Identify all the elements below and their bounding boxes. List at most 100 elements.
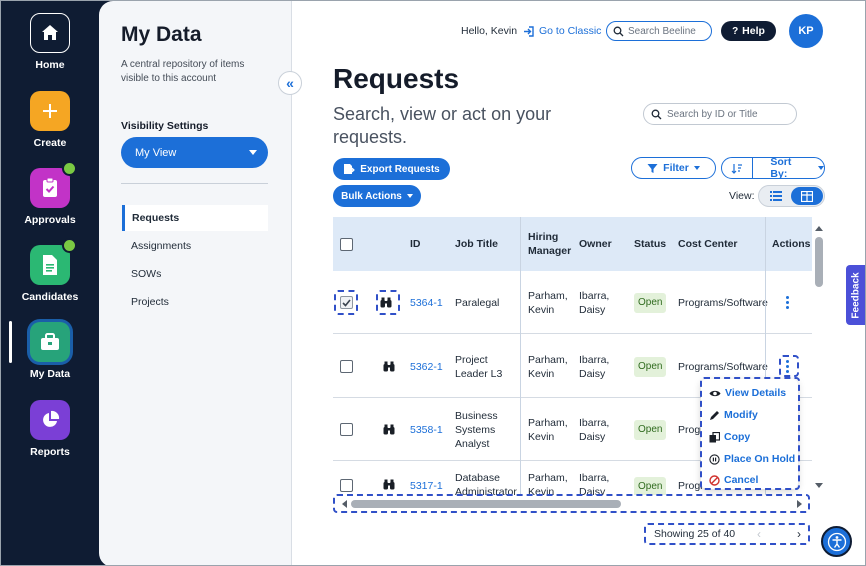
- row-actions-kebab-icon[interactable]: [786, 271, 789, 334]
- hiring-manager-cell: Parham, Kevin: [528, 289, 568, 316]
- vertical-scroll-thumb[interactable]: [815, 237, 823, 287]
- nav-item-sows[interactable]: SOWs: [122, 261, 268, 287]
- view-select[interactable]: My View: [121, 137, 268, 168]
- global-search-input[interactable]: Search Beeline: [606, 21, 712, 41]
- rail-create[interactable]: Create: [1, 91, 99, 149]
- page-title: Requests: [333, 63, 460, 94]
- header-id[interactable]: ID: [410, 217, 421, 271]
- request-id-link[interactable]: 5362-1: [410, 335, 443, 398]
- owner-cell: Ibarra, Daisy: [579, 353, 610, 380]
- job-title-cell: Paralegal: [455, 296, 500, 309]
- global-search-placeholder: Search Beeline: [628, 25, 696, 37]
- header-status[interactable]: Status: [634, 217, 666, 271]
- nav-item-label: Assignments: [131, 240, 192, 252]
- list-view-button[interactable]: [760, 187, 791, 205]
- filter-button[interactable]: Filter: [631, 157, 716, 179]
- accessibility-icon: [827, 532, 846, 551]
- hiring-manager-cell: Parham, Kevin: [528, 353, 568, 380]
- notification-dot-icon: [62, 238, 77, 253]
- request-search-input[interactable]: Search by ID or Title: [643, 103, 797, 125]
- request-search-placeholder: Search by ID or Title: [667, 108, 758, 120]
- app-frame: Home Create Approvals Candidates My Data…: [0, 0, 866, 566]
- avatar[interactable]: KP: [789, 14, 823, 48]
- export-requests-button[interactable]: Export Requests: [333, 158, 450, 180]
- column-divider: [520, 217, 521, 495]
- rail-mydata-label: My Data: [29, 368, 71, 380]
- table-header-row: ID Job Title Hiring Manager Owner Status…: [333, 217, 812, 271]
- header-owner[interactable]: Owner: [579, 217, 612, 271]
- select-all-checkbox[interactable]: [340, 217, 353, 271]
- sort-direction-icon[interactable]: [722, 158, 754, 178]
- top-header: Hello, Kevin Go to Classic Search Beelin…: [301, 1, 865, 61]
- rail-home-label: Home: [35, 59, 65, 71]
- row-checkbox[interactable]: [340, 398, 353, 461]
- panel-description: A central repository of items visible to…: [121, 59, 245, 84]
- request-id-link[interactable]: 5358-1: [410, 398, 443, 461]
- visibility-settings-label: Visibility Settings: [121, 120, 209, 132]
- feedback-label: Feedback: [851, 271, 863, 319]
- go-to-classic-link[interactable]: Go to Classic: [523, 25, 601, 37]
- chevron-down-icon: [406, 194, 413, 198]
- double-chevron-left-icon: «: [286, 75, 294, 91]
- row-checkbox[interactable]: [340, 462, 353, 495]
- list-icon: [769, 191, 782, 201]
- request-id-link[interactable]: 5317-1: [410, 462, 443, 495]
- help-label: Help: [742, 25, 765, 37]
- scroll-down-arrow-icon[interactable]: [815, 483, 823, 489]
- binoculars-icon[interactable]: [383, 335, 395, 398]
- main-nav-rail: Home Create Approvals Candidates My Data…: [1, 1, 113, 565]
- status-badge: Open: [634, 419, 667, 440]
- binoculars-icon[interactable]: [383, 462, 395, 495]
- job-title-cell: Database Administrator: [455, 472, 517, 495]
- highlight-row-checkbox: [334, 290, 358, 315]
- rail-approvals[interactable]: Approvals: [1, 161, 99, 226]
- nav-item-projects[interactable]: Projects: [122, 289, 268, 315]
- header-job-title[interactable]: Job Title: [455, 217, 498, 271]
- rail-reports[interactable]: Reports: [1, 400, 99, 458]
- status-cell: Open: [634, 271, 667, 334]
- document-icon: [30, 238, 77, 285]
- bulk-actions-label: Bulk Actions: [341, 190, 402, 202]
- plus-icon: [30, 91, 70, 131]
- header-hiring-manager[interactable]: Hiring Manager: [528, 217, 572, 271]
- hiring-manager-cell: Parham, Kevin: [528, 416, 568, 443]
- sort-by-label: Sort By:: [770, 156, 792, 180]
- header-cost-center[interactable]: Cost Center: [678, 217, 738, 271]
- collapse-panel-button[interactable]: «: [278, 71, 302, 95]
- rail-reports-label: Reports: [30, 446, 70, 458]
- view-label: View:: [729, 190, 755, 202]
- table-view-button[interactable]: [791, 187, 823, 205]
- table-row[interactable]: 5364-1 Paralegal Parham, Kevin Ibarra, D…: [333, 271, 812, 334]
- nav-item-assignments[interactable]: Assignments: [122, 233, 268, 259]
- nav-item-requests[interactable]: Requests: [122, 205, 268, 231]
- highlight-binoculars: [376, 290, 400, 315]
- greeting-text: Hello, Kevin: [461, 25, 518, 37]
- sort-control[interactable]: Sort By:: [721, 156, 825, 180]
- owner-cell: Ibarra, Daisy: [579, 472, 610, 495]
- status-cell: Open: [634, 398, 667, 461]
- chevron-down-icon: [818, 166, 824, 170]
- job-title-cell: Project Leader L3: [455, 353, 503, 380]
- table-vertical-scrollbar[interactable]: [813, 221, 825, 493]
- help-button[interactable]: ? Help: [721, 21, 776, 41]
- search-icon: [651, 109, 662, 119]
- feedback-tab[interactable]: Feedback: [846, 265, 865, 325]
- view-select-value: My View: [135, 146, 177, 159]
- page-subtitle: Search, view or act on your requests.: [333, 104, 552, 147]
- accessibility-button[interactable]: [821, 526, 852, 557]
- notification-dot-icon: [62, 161, 77, 176]
- rail-home[interactable]: Home: [1, 13, 99, 71]
- binoculars-icon[interactable]: [383, 398, 395, 461]
- view-toggle: [758, 185, 825, 207]
- row-checkbox[interactable]: [340, 335, 353, 398]
- request-id-link[interactable]: 5364-1: [410, 271, 443, 334]
- header-actions: Actions: [772, 238, 811, 250]
- bulk-actions-button[interactable]: Bulk Actions: [333, 185, 421, 207]
- nav-item-label: Requests: [132, 212, 180, 224]
- home-icon: [30, 13, 70, 53]
- highlight-row-actions: [779, 355, 799, 377]
- status-badge: Open: [634, 477, 667, 495]
- rail-candidates[interactable]: Candidates: [1, 238, 99, 303]
- rail-mydata[interactable]: My Data: [1, 322, 99, 380]
- scroll-up-arrow-icon[interactable]: [815, 225, 823, 231]
